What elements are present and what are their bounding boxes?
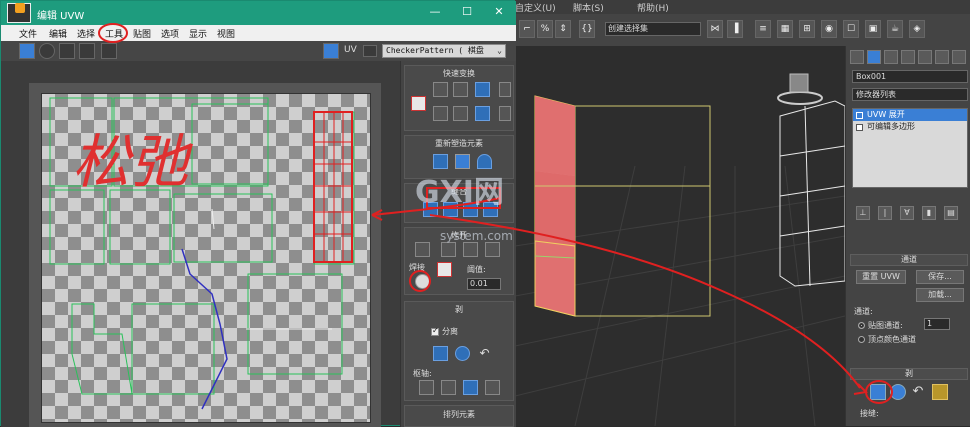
tools-menu-circle bbox=[98, 23, 128, 43]
handwritten-relax-text: 松弛 bbox=[72, 128, 194, 196]
watermark-url: system.com bbox=[440, 229, 513, 243]
annotation-overlay: GXI网 system.com 松弛 bbox=[72, 23, 869, 395]
weld-circle bbox=[409, 270, 431, 292]
watermark-brand: GXI网 bbox=[415, 175, 504, 210]
